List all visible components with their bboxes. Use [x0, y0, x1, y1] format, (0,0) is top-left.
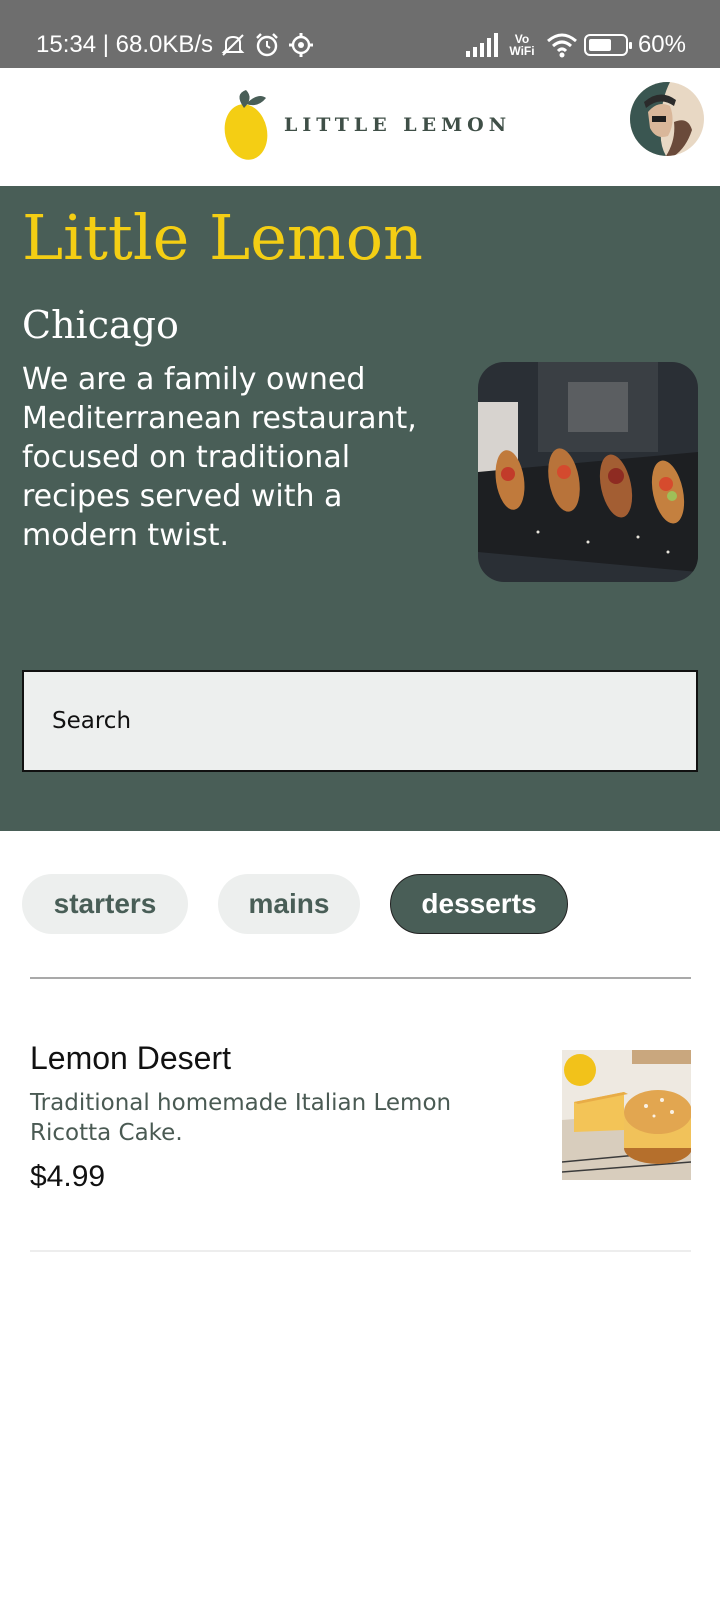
hero-title: Little Lemon [22, 201, 423, 274]
app-header: LITTLE LEMON [0, 68, 720, 186]
settings-icon [287, 31, 315, 59]
category-filters: starters mains desserts [22, 874, 568, 934]
menu-item-divider [30, 1250, 691, 1252]
alarm-icon [253, 31, 281, 59]
logo: LITTLE LEMON [224, 88, 511, 162]
search-field[interactable] [22, 670, 698, 772]
lemon-icon [224, 90, 268, 160]
status-bar: 15:34 | 68.0KB/s Vo WiFi 60% [0, 0, 720, 68]
menu-item-description: Traditional homemade Italian Lemon Ricot… [30, 1090, 452, 1146]
menu-item-name: Lemon Desert [30, 1040, 231, 1076]
status-right: Vo WiFi 60% [465, 30, 686, 60]
menu-item[interactable]: Lemon Desert Traditional homemade Italia… [30, 1032, 691, 1212]
time-speed-text: 15:34 | 68.0KB/s [36, 31, 214, 58]
category-mains-button[interactable]: mains [218, 874, 360, 934]
battery-percent: 60% [637, 31, 686, 58]
menu-item-price: $4.99 [30, 1160, 106, 1193]
logo-text: LITTLE LEMON [284, 114, 512, 136]
vowifi-icon: Vo WiFi [508, 33, 536, 57]
battery-icon [583, 34, 632, 56]
profile-avatar[interactable] [630, 82, 704, 156]
category-starters-button[interactable]: starters [22, 874, 188, 934]
mute-icon [219, 31, 247, 59]
search-input[interactable] [52, 708, 696, 734]
divider [30, 977, 691, 979]
signal-icon [465, 33, 498, 57]
hero-banner: Little Lemon Chicago We are a family own… [0, 186, 720, 831]
menu-item-image [562, 1050, 691, 1180]
vowifi-bottom-text: WiFi [509, 44, 535, 58]
hero-description: We are a family owned Mediterranean rest… [22, 362, 417, 553]
category-desserts-button[interactable]: desserts [390, 874, 568, 934]
hero-image [478, 362, 698, 582]
hero-city: Chicago [22, 303, 179, 347]
wifi-icon [546, 31, 577, 59]
status-left: 15:34 | 68.0KB/s [36, 30, 315, 60]
